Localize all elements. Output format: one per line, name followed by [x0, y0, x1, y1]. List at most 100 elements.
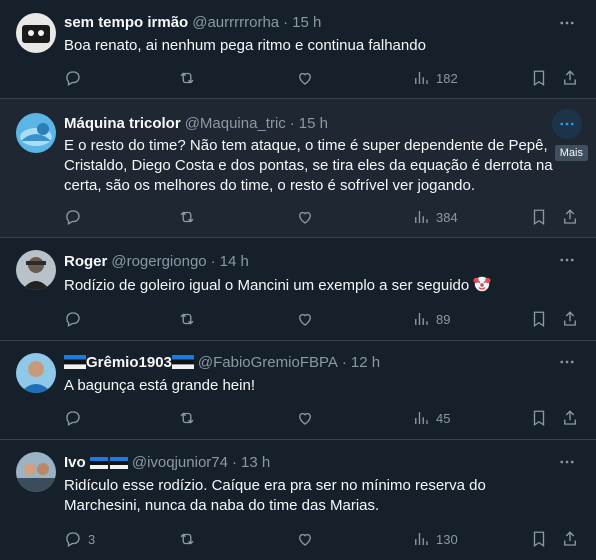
views-count: 182	[436, 70, 458, 86]
estonia-flag-icon	[109, 457, 128, 469]
heart-icon	[299, 211, 311, 224]
separator: ·	[289, 115, 295, 132]
more-icon	[560, 460, 574, 464]
views-button[interactable]: 130	[412, 529, 458, 549]
reply-button[interactable]: 3	[64, 529, 95, 549]
bookmark-button[interactable]	[530, 309, 548, 329]
retweet-icon	[180, 533, 194, 545]
more-button[interactable]	[552, 8, 582, 38]
timestamp[interactable]: 15 h	[292, 14, 321, 31]
avatar[interactable]	[16, 353, 56, 393]
retweet-icon	[180, 72, 194, 84]
share-button[interactable]	[561, 309, 579, 329]
tweet-actions: 384	[56, 207, 592, 227]
reply-button[interactable]	[64, 68, 88, 88]
user-handle[interactable]: @ivoqjunior74	[132, 454, 228, 471]
avatar[interactable]	[16, 452, 56, 492]
views-button[interactable]: 45	[412, 408, 450, 428]
reply-icon	[66, 411, 80, 426]
bookmark-icon	[533, 311, 545, 328]
share-button[interactable]	[561, 408, 579, 428]
estonia-flag-icon	[64, 355, 86, 369]
tweet-header: Ivo @ivoqjunior74 · 13 h	[64, 453, 270, 473]
timestamp[interactable]: 12 h	[351, 354, 380, 371]
display-name[interactable]: Ivo	[64, 454, 86, 471]
bookmark-button[interactable]	[530, 68, 548, 88]
share-button[interactable]	[561, 68, 579, 88]
bookmark-icon	[533, 410, 545, 427]
views-count: 130	[436, 531, 458, 547]
user-handle[interactable]: @aurrrrrorha	[192, 14, 279, 31]
tweet-text: Rodízio de goleiro igual o Mancini um ex…	[64, 275, 564, 296]
share-icon	[564, 209, 576, 224]
reply-button[interactable]	[64, 408, 88, 428]
retweet-button[interactable]	[178, 529, 202, 549]
more-button[interactable]	[552, 447, 582, 477]
avatar[interactable]	[16, 250, 56, 290]
share-icon	[564, 410, 576, 425]
display-name[interactable]: sem tempo irmão	[64, 14, 188, 31]
timeline: sem tempo irmão @aurrrrrorha · 15 h Boa ren…	[0, 0, 596, 560]
like-button[interactable]	[296, 309, 320, 329]
like-button[interactable]	[296, 207, 320, 227]
bookmark-button[interactable]	[530, 408, 548, 428]
more-button[interactable]	[552, 347, 582, 377]
views-button[interactable]: 384	[412, 207, 458, 227]
reply-button[interactable]	[64, 207, 88, 227]
clown-face-emoji-icon	[473, 276, 491, 292]
views-count: 45	[436, 410, 451, 426]
retweet-icon	[180, 211, 194, 223]
estonia-flag-icon	[171, 355, 194, 369]
tweet-text: E o resto do time? Não tem ataque, o tim…	[64, 137, 553, 194]
tweet[interactable]: Roger @rogergiongo · 14 h Rodízio de goleir…	[0, 238, 596, 341]
display-name[interactable]: Grêmio1903	[86, 354, 172, 371]
share-icon	[564, 531, 576, 546]
tweet-header: Grêmio1903 @FabioGremioFBPA · 12 h	[64, 353, 380, 373]
reply-button[interactable]	[64, 309, 88, 329]
retweet-icon	[180, 313, 194, 325]
like-button[interactable]	[296, 529, 320, 549]
views-count: 384	[436, 209, 458, 225]
retweet-button[interactable]	[178, 68, 202, 88]
tweet[interactable]: sem tempo irmão @aurrrrrorha · 15 h Boa ren…	[0, 0, 596, 99]
views-icon	[415, 72, 428, 84]
avatar[interactable]	[16, 113, 56, 153]
user-handle[interactable]: @FabioGremioFBPA	[198, 354, 338, 371]
more-button[interactable]	[552, 245, 582, 275]
display-name[interactable]: Roger	[64, 253, 107, 270]
views-button[interactable]: 89	[412, 309, 450, 329]
more-icon	[560, 122, 574, 126]
like-button[interactable]	[296, 68, 320, 88]
tweet[interactable]: Máquina tricolor @Maquina_tric · 15 h E o r…	[0, 99, 596, 238]
bookmark-button[interactable]	[530, 529, 548, 549]
more-icon	[560, 258, 574, 262]
heart-icon	[299, 533, 311, 546]
bookmark-button[interactable]	[530, 207, 548, 227]
tweet-actions: 182	[56, 68, 592, 88]
tweet-text: Boa renato, ai nenhum pega ritmo e conti…	[64, 37, 426, 54]
user-handle[interactable]: @Maquina_tric	[185, 115, 286, 132]
views-button[interactable]: 182	[412, 68, 458, 88]
separator: ·	[341, 354, 347, 371]
separator: ·	[210, 253, 216, 270]
avatar[interactable]	[16, 13, 56, 53]
share-button[interactable]	[561, 207, 579, 227]
retweet-button[interactable]	[178, 207, 202, 227]
tweet[interactable]: Ivo @ivoqjunior74 · 13 h Ridículo esse rod…	[0, 440, 596, 560]
tweet-actions: 3 130	[56, 529, 592, 549]
retweet-button[interactable]	[178, 408, 202, 428]
user-handle[interactable]: @rogergiongo	[111, 253, 206, 270]
estonia-flag-icon	[89, 457, 108, 469]
more-button[interactable]	[552, 109, 582, 139]
more-icon	[560, 360, 574, 364]
retweet-button[interactable]	[178, 309, 202, 329]
timestamp[interactable]: 14 h	[220, 253, 249, 270]
timestamp[interactable]: 13 h	[241, 454, 270, 471]
tweet-header: Máquina tricolor @Maquina_tric · 15 h	[64, 114, 328, 134]
tweet[interactable]: Grêmio1903 @FabioGremioFBPA · 12 h A bagunç…	[0, 341, 596, 440]
display-name[interactable]: Máquina tricolor	[64, 115, 181, 132]
like-button[interactable]	[296, 408, 320, 428]
timestamp[interactable]: 15 h	[299, 115, 328, 132]
share-button[interactable]	[561, 529, 579, 549]
tweet-header: Roger @rogergiongo · 14 h	[64, 252, 249, 272]
